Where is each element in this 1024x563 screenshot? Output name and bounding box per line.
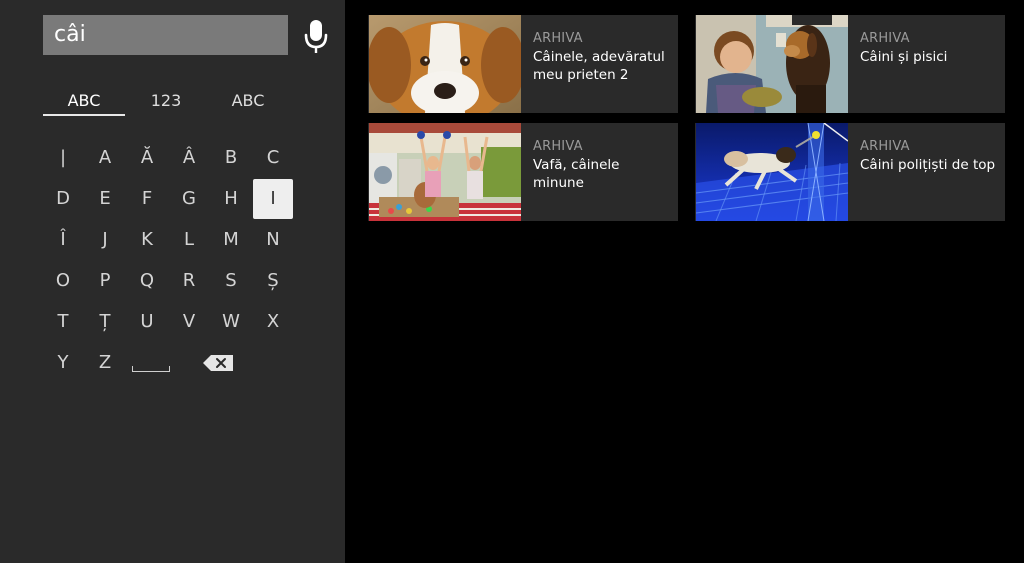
- key-i-circumflex[interactable]: Î: [43, 220, 83, 260]
- space-bar-icon: [132, 366, 170, 372]
- key-w[interactable]: W: [211, 302, 251, 342]
- key-j[interactable]: J: [85, 220, 125, 260]
- result-title: Vafă, câinele minune: [533, 157, 620, 191]
- key-r[interactable]: R: [169, 261, 209, 301]
- key-o[interactable]: O: [43, 261, 83, 301]
- key-c[interactable]: C: [253, 138, 293, 178]
- key-x[interactable]: X: [253, 302, 293, 342]
- key-y[interactable]: Y: [43, 343, 83, 383]
- key-v[interactable]: V: [169, 302, 209, 342]
- key-u[interactable]: U: [127, 302, 167, 342]
- card-text: ARHIVA Vafă, câinele minune: [533, 138, 673, 192]
- card-text: ARHIVA Câini și pisici: [860, 30, 1000, 66]
- keyboard-tabs: ABC 123 ABC: [43, 88, 289, 116]
- key-s[interactable]: S: [211, 261, 251, 301]
- key-k[interactable]: K: [127, 220, 167, 260]
- tab-abc[interactable]: ABC: [43, 88, 125, 116]
- card-text: ARHIVA Câini polițiști de top: [860, 138, 1000, 174]
- key-h[interactable]: H: [211, 179, 251, 219]
- tab-123[interactable]: 123: [125, 88, 207, 114]
- key-f[interactable]: F: [127, 179, 167, 219]
- tab-abc-alt[interactable]: ABC: [207, 88, 289, 114]
- result-category: ARHIVA: [533, 31, 583, 46]
- key-a[interactable]: A: [85, 138, 125, 178]
- key-s-comma[interactable]: Ș: [253, 261, 293, 301]
- key-space[interactable]: [130, 343, 172, 383]
- search-results: ARHIVA Câinele, adevăratul meu prieten 2: [368, 15, 1008, 225]
- key-z[interactable]: Z: [85, 343, 125, 383]
- result-card[interactable]: ARHIVA Câinele, adevăratul meu prieten 2: [368, 15, 678, 113]
- key-a-circumflex[interactable]: Â: [169, 138, 209, 178]
- backspace-icon: [203, 355, 233, 371]
- key-d[interactable]: D: [43, 179, 83, 219]
- key-a-breve[interactable]: Ă: [127, 138, 167, 178]
- key-p[interactable]: P: [85, 261, 125, 301]
- result-thumbnail: [369, 123, 521, 221]
- key-t-comma[interactable]: Ț: [85, 302, 125, 342]
- result-category: ARHIVA: [860, 31, 910, 46]
- card-text: ARHIVA Câinele, adevăratul meu prieten 2: [533, 30, 673, 84]
- result-card[interactable]: ARHIVA Câini polițiști de top: [695, 123, 1005, 221]
- result-title: Câini polițiști de top: [860, 157, 996, 173]
- result-category: ARHIVA: [860, 139, 910, 154]
- result-category: ARHIVA: [533, 139, 583, 154]
- key-l[interactable]: L: [169, 220, 209, 260]
- search-panel: câi ABC 123 ABC | A Ă Â B C D E F G H I …: [0, 0, 345, 563]
- voice-search-button[interactable]: [300, 18, 332, 56]
- key-backspace[interactable]: [198, 343, 238, 383]
- result-thumbnail: [369, 15, 521, 113]
- search-input[interactable]: câi: [43, 15, 288, 55]
- key-b[interactable]: B: [211, 138, 251, 178]
- key-i[interactable]: I: [253, 179, 293, 219]
- result-thumbnail: [696, 123, 848, 221]
- result-card[interactable]: ARHIVA Câini și pisici: [695, 15, 1005, 113]
- key-q[interactable]: Q: [127, 261, 167, 301]
- result-title: Câini și pisici: [860, 49, 948, 65]
- key-e[interactable]: E: [85, 179, 125, 219]
- app-root: câi ABC 123 ABC | A Ă Â B C D E F G H I …: [0, 0, 1024, 563]
- key-g[interactable]: G: [169, 179, 209, 219]
- key-t[interactable]: T: [43, 302, 83, 342]
- microphone-icon: [304, 20, 328, 53]
- key-m[interactable]: M: [211, 220, 251, 260]
- result-card[interactable]: ARHIVA Vafă, câinele minune: [368, 123, 678, 221]
- key-pipe[interactable]: |: [43, 138, 83, 178]
- result-thumbnail: [696, 15, 848, 113]
- result-title: Câinele, adevăratul meu prieten 2: [533, 49, 665, 83]
- key-n[interactable]: N: [253, 220, 293, 260]
